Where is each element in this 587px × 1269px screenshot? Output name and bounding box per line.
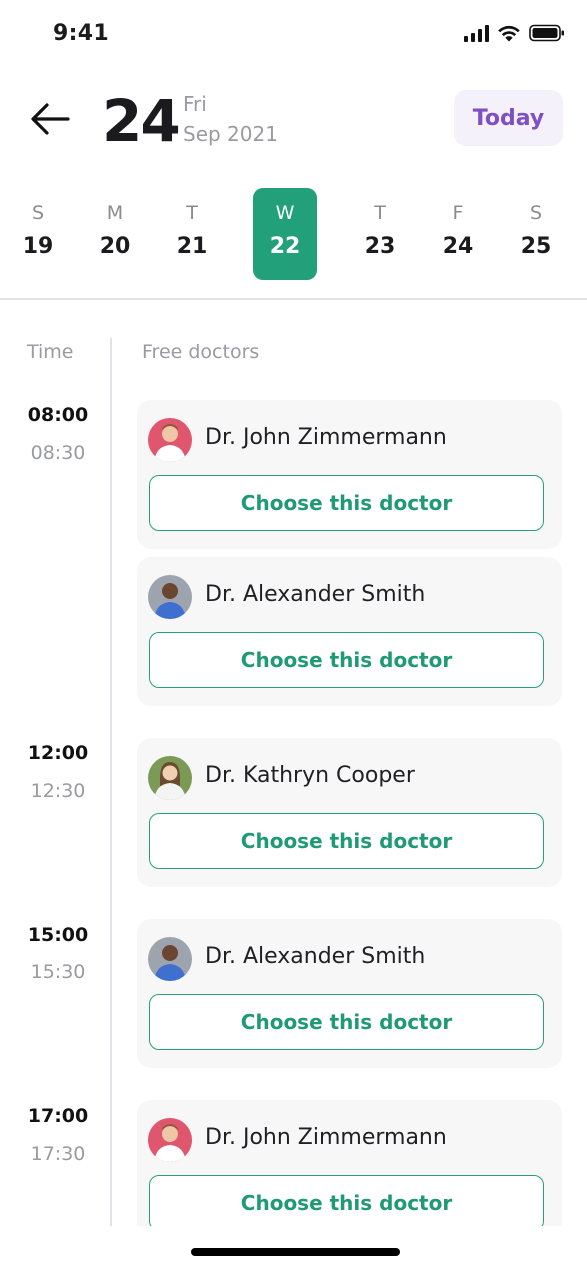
selected-day-number: 24	[102, 87, 181, 155]
slot-end-time: 12:30	[30, 780, 86, 802]
time-column-header: Time	[27, 341, 74, 363]
doctor-avatar	[148, 418, 192, 462]
choose-doctor-button[interactable]: Choose this doctor	[149, 632, 544, 688]
choose-doctor-button[interactable]: Choose this doctor	[149, 813, 544, 869]
header-divider	[0, 298, 587, 300]
doctor-name: Dr. John Zimmermann	[205, 425, 447, 450]
signal-icon	[464, 24, 489, 42]
slot-start-time: 15:00	[27, 924, 89, 946]
arrow-left-icon	[31, 103, 70, 135]
doctor-avatar	[148, 575, 192, 619]
doctor-name: Dr. John Zimmermann	[205, 1125, 447, 1150]
day-number: 24	[442, 234, 474, 259]
date-header: 24 Fri Sep 2021 Today	[0, 84, 587, 164]
slot-start-time: 12:00	[27, 742, 89, 764]
slot-start-time: 17:00	[27, 1105, 89, 1127]
doctor-card: Dr. Alexander Smith Choose this doctor	[137, 919, 562, 1068]
day-letter: T	[374, 202, 386, 224]
day-cell-selected[interactable]: W 22	[253, 188, 317, 280]
day-cell[interactable]: F 24	[426, 188, 490, 280]
slot-start-time: 08:00	[27, 404, 89, 426]
doctor-avatar	[148, 756, 192, 800]
doctor-card: Dr. Alexander Smith Choose this doctor	[137, 557, 562, 706]
slot-end-time: 17:30	[30, 1143, 86, 1165]
battery-icon	[529, 24, 565, 42]
day-number: 21	[176, 234, 208, 259]
doctor-name: Dr. Kathryn Cooper	[205, 763, 415, 788]
timeline-divider	[110, 338, 112, 1226]
status-icons	[464, 24, 565, 42]
day-cell[interactable]: T 21	[160, 188, 224, 280]
slot-end-time: 08:30	[30, 442, 86, 464]
day-letter: M	[106, 202, 124, 224]
day-number: 23	[364, 234, 396, 259]
week-strip: S 19 M 20 T 21 W 22 T 23 F 24 S 25	[0, 188, 587, 280]
today-button[interactable]: Today	[454, 90, 563, 146]
slot-end-time: 15:30	[30, 961, 86, 983]
status-time: 9:41	[53, 21, 109, 46]
wifi-icon	[497, 24, 521, 42]
day-number: 25	[520, 234, 552, 259]
status-bar: 9:41	[0, 0, 587, 70]
choose-doctor-button[interactable]: Choose this doctor	[149, 475, 544, 531]
selected-month-year: Sep 2021	[183, 122, 278, 146]
day-cell[interactable]: M 20	[83, 188, 147, 280]
doctor-name: Dr. Alexander Smith	[205, 582, 426, 607]
day-letter: W	[275, 202, 295, 224]
doctor-card: Dr. John Zimmermann Choose this doctor	[137, 400, 562, 549]
day-number: 20	[99, 234, 131, 259]
doctor-name: Dr. Alexander Smith	[205, 944, 426, 969]
day-number: 22	[269, 234, 301, 259]
day-letter: T	[186, 202, 198, 224]
day-cell[interactable]: T 23	[348, 188, 412, 280]
choose-doctor-button[interactable]: Choose this doctor	[149, 1175, 544, 1231]
doctors-column-header: Free doctors	[142, 341, 260, 363]
day-cell[interactable]: S 19	[6, 188, 70, 280]
doctor-avatar	[148, 1118, 192, 1162]
day-number: 19	[22, 234, 54, 259]
choose-doctor-button[interactable]: Choose this doctor	[149, 994, 544, 1050]
home-indicator[interactable]	[191, 1248, 400, 1256]
day-letter: F	[452, 202, 464, 224]
day-letter: S	[529, 202, 543, 224]
doctor-card: Dr. Kathryn Cooper Choose this doctor	[137, 738, 562, 887]
back-button[interactable]	[28, 99, 72, 139]
selected-weekday: Fri	[183, 92, 207, 116]
day-cell[interactable]: S 25	[504, 188, 568, 280]
day-letter: S	[31, 202, 45, 224]
doctor-avatar	[148, 937, 192, 981]
